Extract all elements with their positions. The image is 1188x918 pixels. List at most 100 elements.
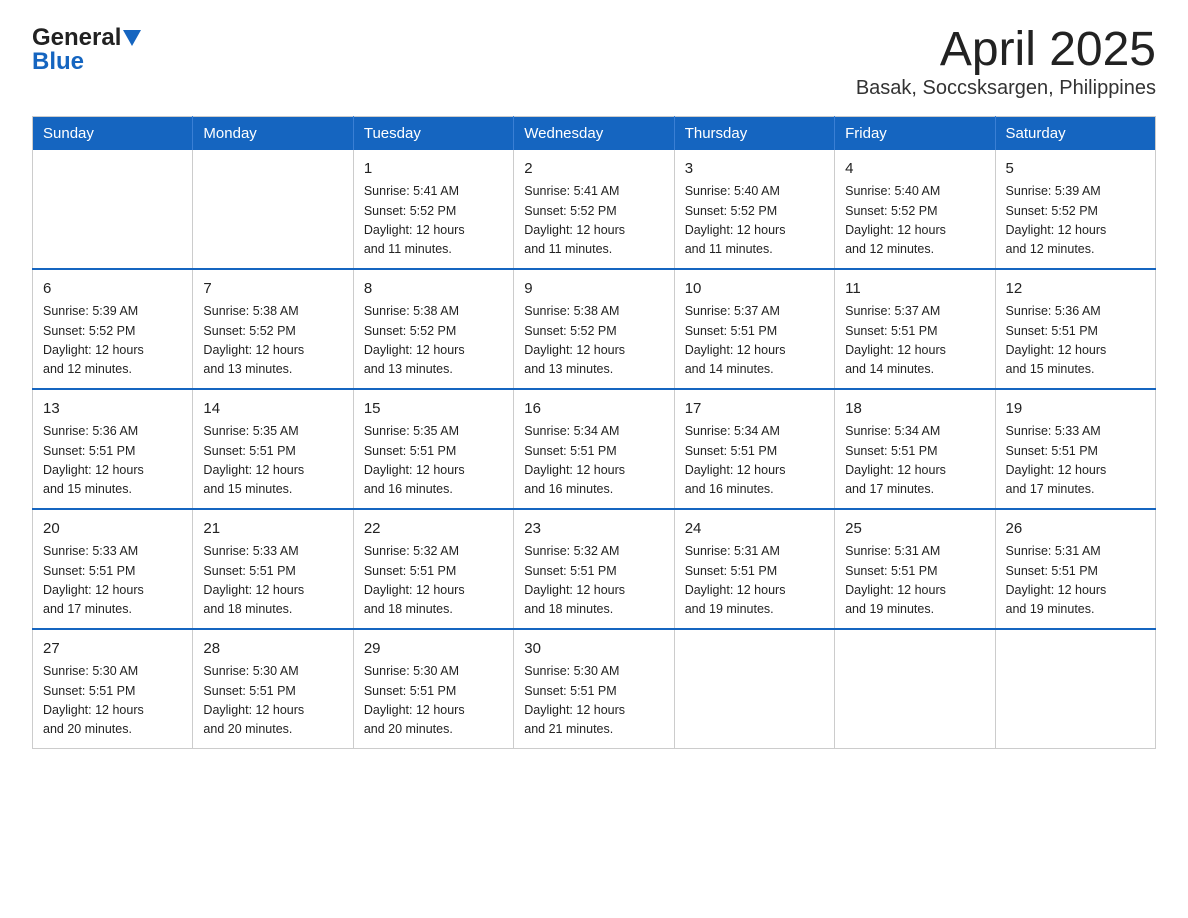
- day-info: Sunrise: 5:31 AM Sunset: 5:51 PM Dayligh…: [845, 542, 984, 620]
- calendar-cell: [995, 629, 1155, 749]
- day-number: 25: [845, 518, 984, 541]
- calendar-cell: 26Sunrise: 5:31 AM Sunset: 5:51 PM Dayli…: [995, 509, 1155, 629]
- day-number: 30: [524, 638, 663, 661]
- day-number: 29: [364, 638, 503, 661]
- calendar-cell: 23Sunrise: 5:32 AM Sunset: 5:51 PM Dayli…: [514, 509, 674, 629]
- day-info: Sunrise: 5:40 AM Sunset: 5:52 PM Dayligh…: [685, 182, 824, 260]
- weekday-monday: Monday: [193, 116, 353, 150]
- day-number: 5: [1006, 158, 1145, 181]
- page-title: April 2025: [856, 24, 1156, 77]
- weekday-wednesday: Wednesday: [514, 116, 674, 150]
- day-info: Sunrise: 5:38 AM Sunset: 5:52 PM Dayligh…: [364, 302, 503, 380]
- calendar-cell: 9Sunrise: 5:38 AM Sunset: 5:52 PM Daylig…: [514, 269, 674, 389]
- day-number: 10: [685, 278, 824, 301]
- logo: General Blue: [32, 24, 141, 76]
- calendar-cell: 4Sunrise: 5:40 AM Sunset: 5:52 PM Daylig…: [835, 150, 995, 269]
- day-number: 1: [364, 158, 503, 181]
- day-info: Sunrise: 5:34 AM Sunset: 5:51 PM Dayligh…: [845, 422, 984, 500]
- day-number: 27: [43, 638, 182, 661]
- logo-blue-text: Blue: [32, 48, 84, 76]
- day-number: 7: [203, 278, 342, 301]
- calendar-cell: 16Sunrise: 5:34 AM Sunset: 5:51 PM Dayli…: [514, 389, 674, 509]
- week-row-1: 1Sunrise: 5:41 AM Sunset: 5:52 PM Daylig…: [33, 150, 1156, 269]
- calendar-cell: 2Sunrise: 5:41 AM Sunset: 5:52 PM Daylig…: [514, 150, 674, 269]
- day-info: Sunrise: 5:41 AM Sunset: 5:52 PM Dayligh…: [364, 182, 503, 260]
- calendar-header-row: SundayMondayTuesdayWednesdayThursdayFrid…: [33, 116, 1156, 150]
- day-info: Sunrise: 5:30 AM Sunset: 5:51 PM Dayligh…: [43, 662, 182, 740]
- day-info: Sunrise: 5:41 AM Sunset: 5:52 PM Dayligh…: [524, 182, 663, 260]
- calendar-cell: 12Sunrise: 5:36 AM Sunset: 5:51 PM Dayli…: [995, 269, 1155, 389]
- day-info: Sunrise: 5:30 AM Sunset: 5:51 PM Dayligh…: [364, 662, 503, 740]
- day-info: Sunrise: 5:39 AM Sunset: 5:52 PM Dayligh…: [43, 302, 182, 380]
- day-number: 3: [685, 158, 824, 181]
- weekday-sunday: Sunday: [33, 116, 193, 150]
- calendar-cell: 10Sunrise: 5:37 AM Sunset: 5:51 PM Dayli…: [674, 269, 834, 389]
- day-info: Sunrise: 5:34 AM Sunset: 5:51 PM Dayligh…: [524, 422, 663, 500]
- calendar-cell: 5Sunrise: 5:39 AM Sunset: 5:52 PM Daylig…: [995, 150, 1155, 269]
- calendar-table: SundayMondayTuesdayWednesdayThursdayFrid…: [32, 116, 1156, 749]
- day-info: Sunrise: 5:37 AM Sunset: 5:51 PM Dayligh…: [845, 302, 984, 380]
- day-number: 9: [524, 278, 663, 301]
- day-info: Sunrise: 5:36 AM Sunset: 5:51 PM Dayligh…: [1006, 302, 1145, 380]
- calendar-cell: 30Sunrise: 5:30 AM Sunset: 5:51 PM Dayli…: [514, 629, 674, 749]
- week-row-3: 13Sunrise: 5:36 AM Sunset: 5:51 PM Dayli…: [33, 389, 1156, 509]
- day-info: Sunrise: 5:39 AM Sunset: 5:52 PM Dayligh…: [1006, 182, 1145, 260]
- day-number: 12: [1006, 278, 1145, 301]
- calendar-cell: 14Sunrise: 5:35 AM Sunset: 5:51 PM Dayli…: [193, 389, 353, 509]
- weekday-friday: Friday: [835, 116, 995, 150]
- day-number: 14: [203, 398, 342, 421]
- page-subtitle: Basak, Soccsksargen, Philippines: [856, 77, 1156, 100]
- day-number: 20: [43, 518, 182, 541]
- day-number: 17: [685, 398, 824, 421]
- weekday-tuesday: Tuesday: [353, 116, 513, 150]
- week-row-4: 20Sunrise: 5:33 AM Sunset: 5:51 PM Dayli…: [33, 509, 1156, 629]
- calendar-cell: [674, 629, 834, 749]
- day-info: Sunrise: 5:30 AM Sunset: 5:51 PM Dayligh…: [524, 662, 663, 740]
- day-info: Sunrise: 5:33 AM Sunset: 5:51 PM Dayligh…: [203, 542, 342, 620]
- day-info: Sunrise: 5:33 AM Sunset: 5:51 PM Dayligh…: [43, 542, 182, 620]
- weekday-thursday: Thursday: [674, 116, 834, 150]
- calendar-cell: [835, 629, 995, 749]
- title-block: April 2025 Basak, Soccsksargen, Philippi…: [856, 24, 1156, 100]
- day-info: Sunrise: 5:32 AM Sunset: 5:51 PM Dayligh…: [364, 542, 503, 620]
- calendar-cell: 13Sunrise: 5:36 AM Sunset: 5:51 PM Dayli…: [33, 389, 193, 509]
- day-number: 21: [203, 518, 342, 541]
- day-info: Sunrise: 5:38 AM Sunset: 5:52 PM Dayligh…: [203, 302, 342, 380]
- calendar-cell: 25Sunrise: 5:31 AM Sunset: 5:51 PM Dayli…: [835, 509, 995, 629]
- week-row-2: 6Sunrise: 5:39 AM Sunset: 5:52 PM Daylig…: [33, 269, 1156, 389]
- day-number: 8: [364, 278, 503, 301]
- calendar-cell: 19Sunrise: 5:33 AM Sunset: 5:51 PM Dayli…: [995, 389, 1155, 509]
- day-number: 15: [364, 398, 503, 421]
- calendar-cell: 20Sunrise: 5:33 AM Sunset: 5:51 PM Dayli…: [33, 509, 193, 629]
- day-number: 24: [685, 518, 824, 541]
- calendar-cell: [193, 150, 353, 269]
- calendar-cell: 3Sunrise: 5:40 AM Sunset: 5:52 PM Daylig…: [674, 150, 834, 269]
- day-number: 11: [845, 278, 984, 301]
- calendar-cell: 17Sunrise: 5:34 AM Sunset: 5:51 PM Dayli…: [674, 389, 834, 509]
- calendar-cell: 27Sunrise: 5:30 AM Sunset: 5:51 PM Dayli…: [33, 629, 193, 749]
- day-info: Sunrise: 5:34 AM Sunset: 5:51 PM Dayligh…: [685, 422, 824, 500]
- logo-triangle-icon: [123, 30, 141, 48]
- day-info: Sunrise: 5:30 AM Sunset: 5:51 PM Dayligh…: [203, 662, 342, 740]
- day-number: 2: [524, 158, 663, 181]
- day-number: 23: [524, 518, 663, 541]
- day-info: Sunrise: 5:35 AM Sunset: 5:51 PM Dayligh…: [203, 422, 342, 500]
- calendar-cell: 24Sunrise: 5:31 AM Sunset: 5:51 PM Dayli…: [674, 509, 834, 629]
- day-number: 6: [43, 278, 182, 301]
- calendar-cell: 22Sunrise: 5:32 AM Sunset: 5:51 PM Dayli…: [353, 509, 513, 629]
- day-info: Sunrise: 5:38 AM Sunset: 5:52 PM Dayligh…: [524, 302, 663, 380]
- calendar-cell: 7Sunrise: 5:38 AM Sunset: 5:52 PM Daylig…: [193, 269, 353, 389]
- calendar-cell: 11Sunrise: 5:37 AM Sunset: 5:51 PM Dayli…: [835, 269, 995, 389]
- day-info: Sunrise: 5:36 AM Sunset: 5:51 PM Dayligh…: [43, 422, 182, 500]
- day-number: 26: [1006, 518, 1145, 541]
- day-info: Sunrise: 5:31 AM Sunset: 5:51 PM Dayligh…: [1006, 542, 1145, 620]
- weekday-saturday: Saturday: [995, 116, 1155, 150]
- calendar-cell: 1Sunrise: 5:41 AM Sunset: 5:52 PM Daylig…: [353, 150, 513, 269]
- calendar-cell: 15Sunrise: 5:35 AM Sunset: 5:51 PM Dayli…: [353, 389, 513, 509]
- day-info: Sunrise: 5:32 AM Sunset: 5:51 PM Dayligh…: [524, 542, 663, 620]
- day-info: Sunrise: 5:37 AM Sunset: 5:51 PM Dayligh…: [685, 302, 824, 380]
- calendar-cell: 29Sunrise: 5:30 AM Sunset: 5:51 PM Dayli…: [353, 629, 513, 749]
- day-number: 18: [845, 398, 984, 421]
- day-number: 28: [203, 638, 342, 661]
- day-number: 4: [845, 158, 984, 181]
